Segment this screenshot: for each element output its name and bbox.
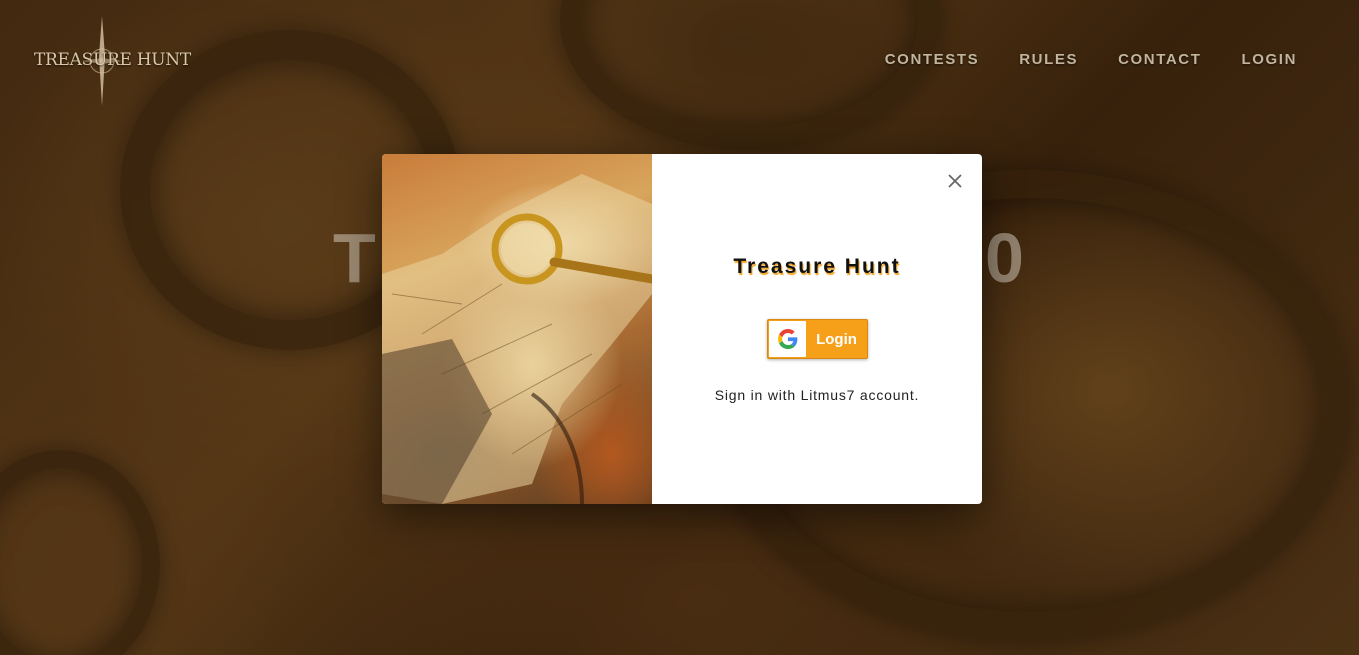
logo-text: TREASURE HUNT <box>34 50 191 70</box>
nav-login[interactable]: LOGIN <box>1242 51 1298 68</box>
modal-content: Treasure Hunt Login Sign in with Litmus7… <box>652 154 982 504</box>
modal-title: Treasure Hunt <box>733 255 901 278</box>
google-login-button[interactable]: Login <box>767 319 868 359</box>
top-nav: CONTESTS RULES CONTACT LOGIN <box>885 51 1297 68</box>
login-button-label: Login <box>816 330 857 348</box>
nav-contact[interactable]: CONTACT <box>1118 51 1201 68</box>
nav-contests[interactable]: CONTESTS <box>885 51 979 68</box>
login-modal: Treasure Hunt Login Sign in with Litmus7… <box>382 154 982 504</box>
close-icon[interactable] <box>946 172 964 190</box>
treasure-map-image <box>382 154 652 504</box>
hero-heading-fragment-right: 0 <box>985 219 1024 297</box>
sign-in-hint: Sign in with Litmus7 account. <box>714 387 920 403</box>
nav-rules[interactable]: RULES <box>1019 51 1078 68</box>
site-logo[interactable]: TREASURE HUNT <box>34 16 191 106</box>
hero-heading-fragment-left: T <box>333 219 376 297</box>
google-icon <box>769 321 806 357</box>
